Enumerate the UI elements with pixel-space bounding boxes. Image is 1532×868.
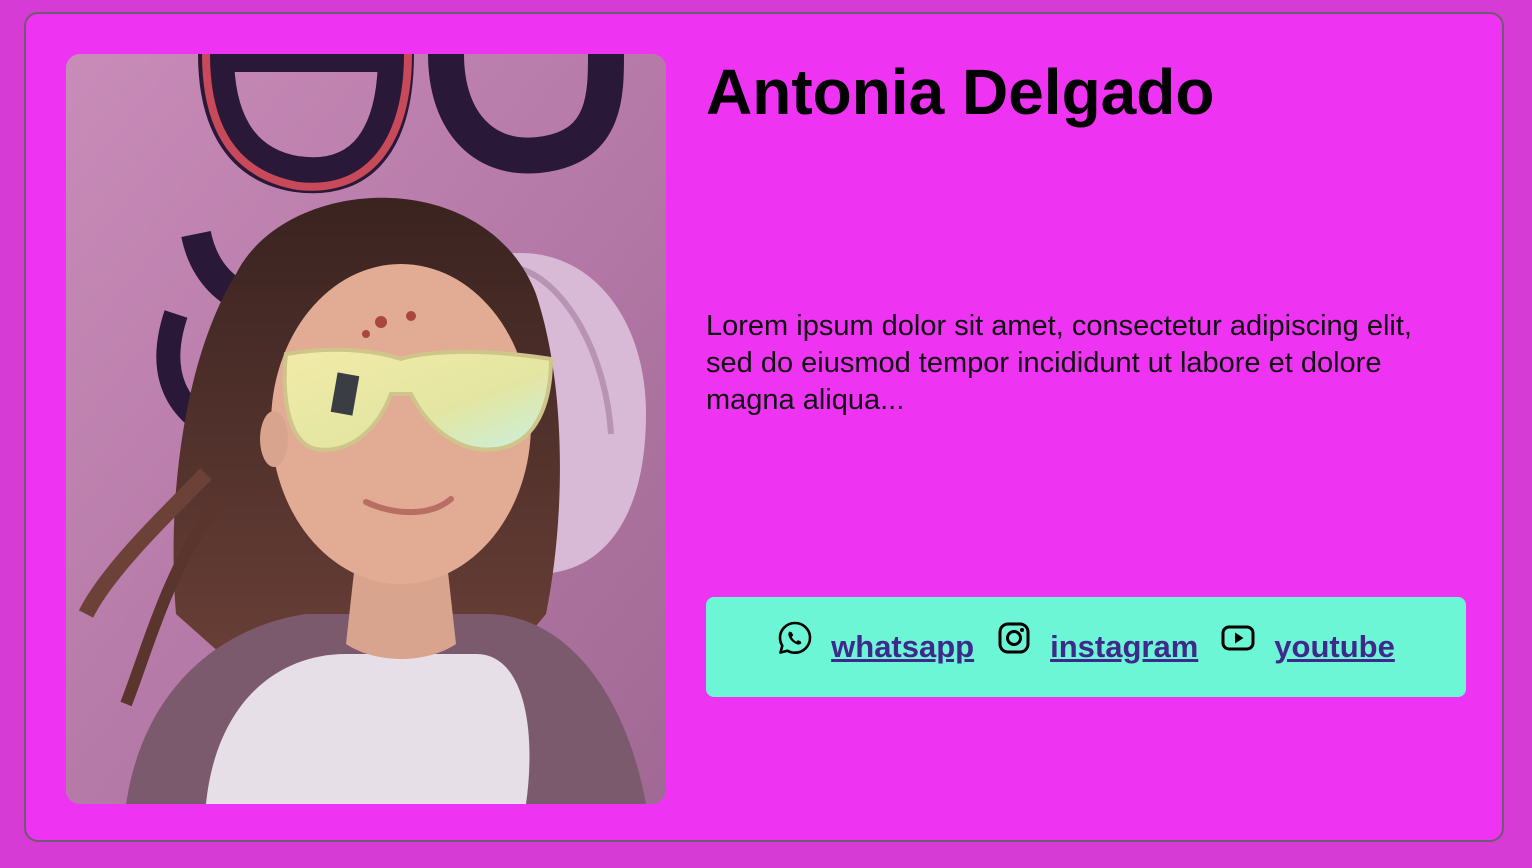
instagram-icon <box>996 620 1032 656</box>
profile-card: Antonia Delgado Lorem ipsum dolor sit am… <box>24 12 1504 842</box>
profile-photo <box>66 54 666 804</box>
youtube-link-label: youtube <box>1274 629 1395 664</box>
instagram-link-label: instagram <box>1050 629 1199 664</box>
whatsapp-icon <box>777 620 813 656</box>
social-links-bar: whatsapp instagram youtube <box>706 597 1466 697</box>
profile-photo-image <box>66 54 666 804</box>
profile-info: Antonia Delgado Lorem ipsum dolor sit am… <box>706 54 1466 804</box>
whatsapp-link-label: whatsapp <box>831 629 975 664</box>
whatsapp-link[interactable]: whatsapp <box>777 621 975 665</box>
profile-description: Lorem ipsum dolor sit amet, consectetur … <box>706 310 1412 416</box>
youtube-link[interactable]: youtube <box>1220 625 1395 665</box>
instagram-link[interactable]: instagram <box>996 622 1199 665</box>
youtube-icon <box>1220 620 1256 656</box>
profile-name: Antonia Delgado <box>706 56 1215 128</box>
